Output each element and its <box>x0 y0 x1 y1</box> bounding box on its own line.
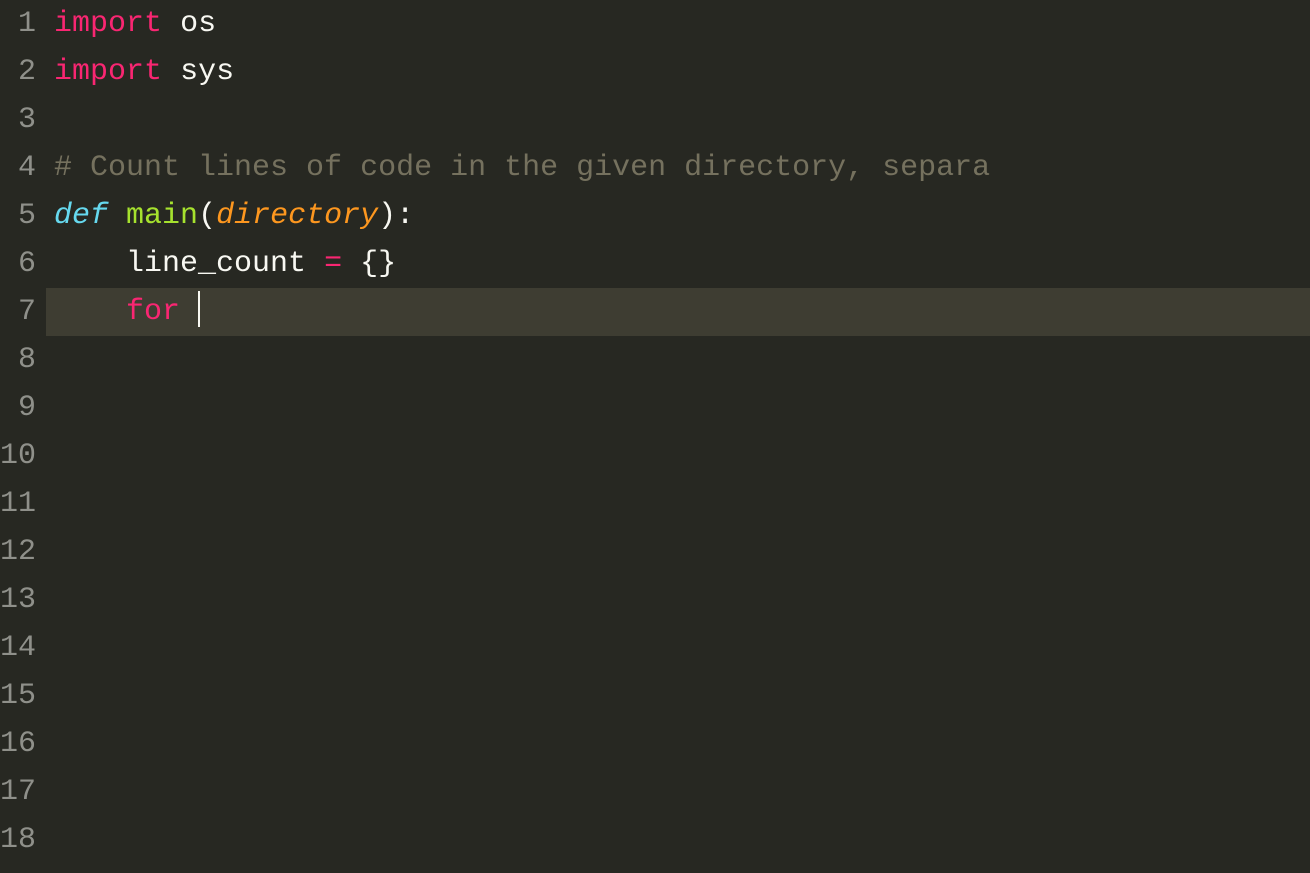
line-number: 14 <box>0 624 36 672</box>
code-token: sys <box>180 55 234 89</box>
code-token <box>306 247 324 281</box>
code-token: line_count <box>126 247 306 281</box>
line-number: 2 <box>0 48 36 96</box>
code-line[interactable] <box>46 96 1310 144</box>
code-token <box>162 7 180 41</box>
code-line[interactable]: import sys <box>46 48 1310 96</box>
code-token: import <box>54 7 162 41</box>
code-line[interactable]: # Count lines of code in the given direc… <box>46 144 1310 192</box>
code-line[interactable] <box>46 720 1310 768</box>
code-line[interactable] <box>46 672 1310 720</box>
code-line[interactable] <box>46 528 1310 576</box>
code-area[interactable]: import osimport sys# Count lines of code… <box>46 0 1310 873</box>
code-line[interactable] <box>46 336 1310 384</box>
code-token: = <box>324 247 342 281</box>
line-number: 7 <box>0 288 36 336</box>
code-token: ): <box>378 199 414 233</box>
code-token: os <box>180 7 216 41</box>
code-line[interactable] <box>46 816 1310 864</box>
code-token <box>108 199 126 233</box>
line-number: 12 <box>0 528 36 576</box>
line-number: 3 <box>0 96 36 144</box>
code-token <box>180 295 198 329</box>
line-number: 1 <box>0 0 36 48</box>
line-number: 6 <box>0 240 36 288</box>
code-line[interactable] <box>46 384 1310 432</box>
text-cursor <box>198 291 200 327</box>
code-token <box>54 247 126 281</box>
line-number: 11 <box>0 480 36 528</box>
line-number: 4 <box>0 144 36 192</box>
line-number: 18 <box>0 816 36 864</box>
line-number: 8 <box>0 336 36 384</box>
code-token: main <box>126 199 198 233</box>
code-line[interactable] <box>46 480 1310 528</box>
code-token: # Count lines of code in the given direc… <box>54 151 990 185</box>
line-number: 16 <box>0 720 36 768</box>
line-number: 5 <box>0 192 36 240</box>
code-line[interactable]: line_count = {} <box>46 240 1310 288</box>
code-token: import <box>54 55 162 89</box>
code-token: {} <box>360 247 396 281</box>
code-token: def <box>54 199 108 233</box>
line-number: 13 <box>0 576 36 624</box>
code-line[interactable]: import os <box>46 0 1310 48</box>
code-token <box>342 247 360 281</box>
code-line[interactable] <box>46 768 1310 816</box>
code-line[interactable]: def main(directory): <box>46 192 1310 240</box>
line-number: 10 <box>0 432 36 480</box>
code-token: ( <box>198 199 216 233</box>
code-line[interactable] <box>46 576 1310 624</box>
code-token <box>54 295 126 329</box>
line-number: 17 <box>0 768 36 816</box>
code-line[interactable] <box>46 432 1310 480</box>
code-token: for <box>126 295 180 329</box>
line-number: 15 <box>0 672 36 720</box>
code-line[interactable]: for <box>46 288 1310 336</box>
code-editor[interactable]: 123456789101112131415161718 import osimp… <box>0 0 1310 873</box>
code-token: directory <box>216 199 378 233</box>
code-line[interactable] <box>46 624 1310 672</box>
line-number-gutter: 123456789101112131415161718 <box>0 0 46 873</box>
line-number: 9 <box>0 384 36 432</box>
code-token <box>162 55 180 89</box>
